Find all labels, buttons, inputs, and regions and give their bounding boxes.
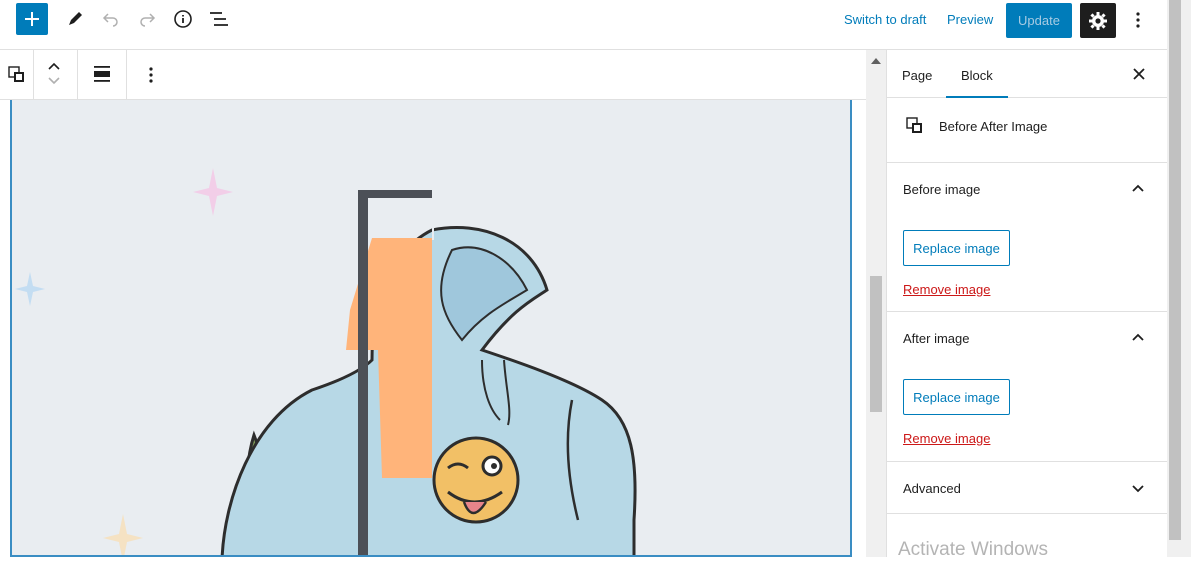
sidebar-tabs: Page Block [887,50,1168,98]
before-after-image-block[interactable] [10,100,852,557]
before-after-block-icon [906,117,922,133]
before-image-panel: Before image Replace image Remove image [887,163,1168,312]
list-view-button[interactable] [203,3,235,35]
editor-scroll-thumb[interactable] [870,276,882,412]
switch-to-draft-button[interactable]: Switch to draft [844,12,926,27]
advanced-title[interactable]: Advanced [903,481,961,496]
before-replace-image-button[interactable]: Replace image [903,230,1010,266]
before-remove-image-link[interactable]: Remove image [903,282,990,297]
add-block-button[interactable] [16,3,48,35]
details-button[interactable] [167,3,199,35]
move-up-icon[interactable] [47,61,61,71]
update-button[interactable]: Update [1006,3,1072,38]
align-icon [94,66,110,82]
redo-icon [140,13,156,27]
before-after-image [15,168,637,555]
before-image-title[interactable]: Before image [903,182,980,197]
block-card-title: Before After Image [939,119,1048,134]
move-down-icon[interactable] [47,76,61,86]
sparkle-decoration [15,168,233,555]
block-mover [34,50,78,99]
more-vertical-icon [1136,12,1140,28]
block-switcher[interactable] [0,50,34,99]
chevron-up-icon[interactable] [1130,329,1146,345]
info-icon [174,10,192,28]
advanced-panel: Advanced [887,462,1168,514]
editor-header: Switch to draft Preview Update [0,0,1167,50]
preview-button[interactable]: Preview [947,12,993,27]
align-button[interactable] [78,50,127,99]
plus-icon [25,12,39,26]
redo-button[interactable] [131,3,163,35]
page-scroll-thumb[interactable] [1169,0,1181,540]
pencil-icon [69,12,82,25]
after-image-panel: After image Replace image Remove image [887,312,1168,462]
scroll-up-arrow-icon[interactable] [871,58,881,64]
before-after-block-icon [8,66,24,82]
chevron-up-icon[interactable] [1130,180,1146,196]
undo-icon [102,13,118,27]
undo-button[interactable] [95,3,127,35]
tools-button[interactable] [59,3,91,35]
gear-icon [1089,11,1107,30]
block-toolbar [0,50,866,100]
list-view-icon [210,12,228,26]
after-remove-image-link[interactable]: Remove image [903,431,990,446]
options-menu-button[interactable] [1126,8,1150,32]
after-image-title[interactable]: After image [903,331,969,346]
more-options-icon [149,67,153,83]
tab-page[interactable]: Page [902,68,932,83]
block-card: Before After Image [887,98,1168,163]
chevron-down-icon[interactable] [1130,481,1146,497]
block-options-button[interactable] [140,64,162,86]
after-replace-image-button[interactable]: Replace image [903,379,1010,415]
settings-sidebar: Page Block Before After Image Before ima… [886,50,1168,557]
tab-block[interactable]: Block [961,68,993,83]
settings-button[interactable] [1080,3,1116,38]
close-icon[interactable] [1132,67,1146,81]
activate-windows-watermark: Activate Windows [898,539,1048,560]
emoji-graphic [432,436,520,524]
